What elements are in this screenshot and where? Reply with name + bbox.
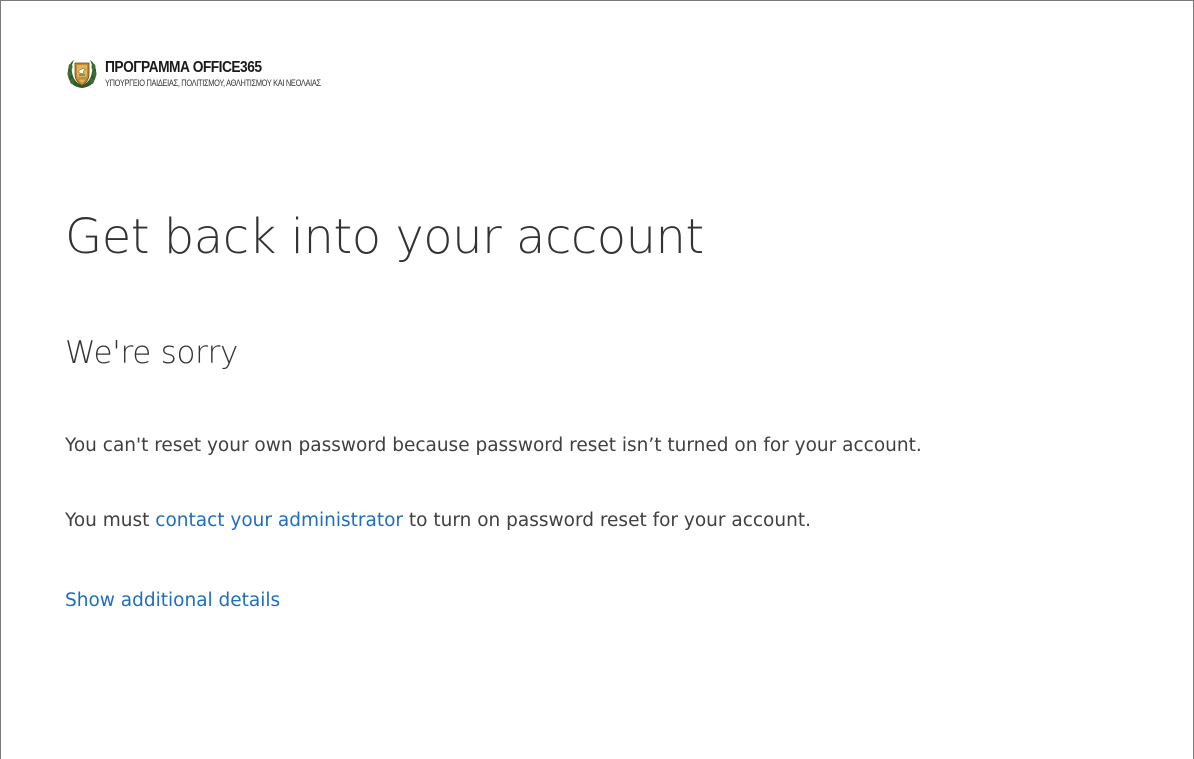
message-prefix: You must [65,510,156,531]
svg-text:1960: 1960 [78,77,86,81]
page-title: Get back into your account [65,209,704,265]
coat-of-arms-icon: 1960 [67,60,97,88]
show-additional-details-link[interactable]: Show additional details [65,590,280,611]
page-frame: 1960 ΠΡΟΓΡΑΜΜΑ OFFICE365 ΥΠΟΥΡΓΕΙΟ ΠΑΙΔΕ… [0,0,1194,759]
org-title: ΠΡΟΓΡΑΜΜΑ OFFICE365 [105,58,262,76]
reset-disabled-message: You can't reset your own password becaus… [65,435,922,456]
contact-administrator-link[interactable]: contact your administrator [155,510,403,531]
message-suffix: to turn on password reset for your accou… [403,510,811,531]
org-logo: 1960 ΠΡΟΓΡΑΜΜΑ OFFICE365 ΥΠΟΥΡΓΕΙΟ ΠΑΙΔΕ… [65,57,382,91]
sorry-heading: We're sorry [65,335,239,371]
org-subtitle: ΥΠΟΥΡΓΕΙΟ ΠΑΙΔΕΙΑΣ, ΠΟΛΙΤΙΣΜΟΥ, ΑΘΛΗΤΙΣΜ… [105,77,321,89]
contact-admin-message: You must contact your administrator to t… [65,510,811,531]
